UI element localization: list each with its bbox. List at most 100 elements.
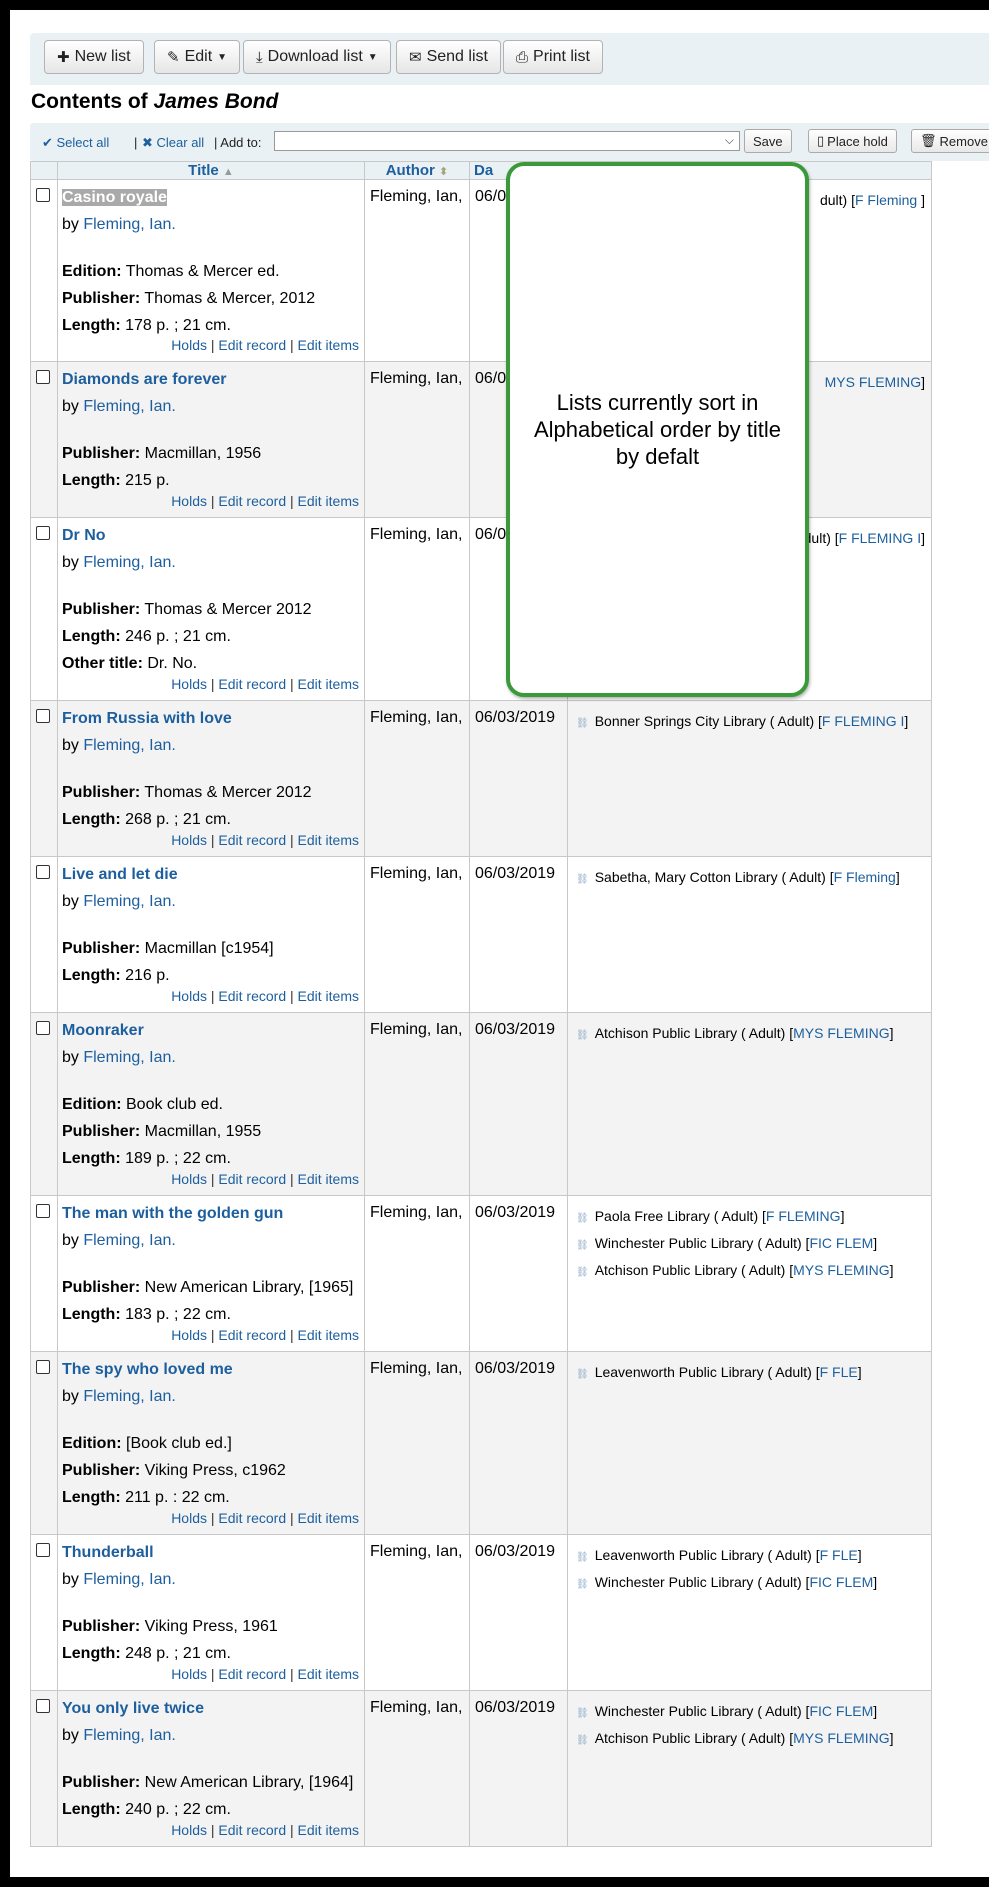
edit-items-link[interactable]: Edit items xyxy=(298,1327,359,1343)
edit-items-link[interactable]: Edit items xyxy=(298,676,359,692)
record-title-link[interactable]: You only live twice xyxy=(62,1700,204,1717)
record-title-link[interactable]: The man with the golden gun xyxy=(62,1205,283,1222)
annotation-callout: Lists currently sort in Alphabetical ord… xyxy=(506,162,809,697)
holds-link[interactable]: Holds xyxy=(171,1822,207,1838)
clear-all-link[interactable]: ✖ Clear all xyxy=(142,135,204,151)
edit-record-link[interactable]: Edit record xyxy=(218,1822,286,1838)
author-link[interactable]: Fleming, Ian. xyxy=(83,1571,175,1588)
row-checkbox[interactable] xyxy=(36,188,50,202)
field-label: Publisher: xyxy=(62,784,141,801)
call-number-link[interactable]: F FLE xyxy=(820,1547,858,1563)
row-checkbox[interactable] xyxy=(36,370,50,384)
field-value: 215 p. xyxy=(120,472,170,489)
select-all-link[interactable]: ✔ Select all xyxy=(42,135,109,151)
edit-record-link[interactable]: Edit record xyxy=(218,493,286,509)
edit-items-link[interactable]: Edit items xyxy=(298,1822,359,1838)
add-to-select[interactable]: ⌵ xyxy=(274,131,740,151)
field-label: Length: xyxy=(62,472,121,489)
send-list-button[interactable]: ✉ Send list xyxy=(396,40,501,74)
new-list-button[interactable]: ✚ New list xyxy=(44,40,144,74)
holds-link[interactable]: Holds xyxy=(171,1666,207,1682)
call-number-link[interactable]: F FLEMING I xyxy=(822,713,904,729)
call-number-link[interactable]: FIC FLEM xyxy=(809,1703,873,1719)
call-number-link[interactable]: F Fleming xyxy=(855,192,921,208)
place-hold-label: Place hold xyxy=(827,133,888,149)
action-separator: | xyxy=(210,337,215,353)
row-checkbox[interactable] xyxy=(36,709,50,723)
holds-link[interactable]: Holds xyxy=(171,1510,207,1526)
holds-link[interactable]: Holds xyxy=(171,493,207,509)
record-title-link[interactable]: The spy who loved me xyxy=(62,1361,233,1378)
call-number-link[interactable]: F FLEMING xyxy=(766,1208,841,1224)
edit-items-link[interactable]: Edit items xyxy=(298,1666,359,1682)
author-link[interactable]: Fleming, Ian. xyxy=(83,1388,175,1405)
author-link[interactable]: Fleming, Ian. xyxy=(83,216,175,233)
edit-record-link[interactable]: Edit record xyxy=(218,1510,286,1526)
holds-link[interactable]: Holds xyxy=(171,337,207,353)
edit-items-link[interactable]: Edit items xyxy=(298,1171,359,1187)
row-checkbox[interactable] xyxy=(36,1204,50,1218)
author-value: Fleming, Ian, xyxy=(370,370,463,387)
author-link[interactable]: Fleming, Ian. xyxy=(83,554,175,571)
holds-link[interactable]: Holds xyxy=(171,1171,207,1187)
place-hold-button[interactable]: ▯ Place hold xyxy=(808,129,897,153)
author-link[interactable]: Fleming, Ian. xyxy=(83,1727,175,1744)
record-title-link[interactable]: Thunderball xyxy=(62,1544,154,1561)
call-number-link[interactable]: FIC FLEM xyxy=(809,1235,873,1251)
holds-link[interactable]: Holds xyxy=(171,1327,207,1343)
edit-button[interactable]: ✎ Edit ▼ xyxy=(154,40,241,74)
call-number-link[interactable]: F FLEMING I xyxy=(839,530,921,546)
edit-record-link[interactable]: Edit record xyxy=(218,1666,286,1682)
field-label: Publisher: xyxy=(62,601,141,618)
author-column-header[interactable]: Author ⬍ xyxy=(364,161,470,180)
author-link[interactable]: Fleming, Ian. xyxy=(83,1049,175,1066)
edit-items-link[interactable]: Edit items xyxy=(298,1510,359,1526)
date-added-value: 06/03/2019 xyxy=(475,1543,556,1560)
edit-items-link[interactable]: Edit items xyxy=(298,337,359,353)
record-title-link[interactable]: From Russia with love xyxy=(62,710,232,727)
edit-items-link[interactable]: Edit items xyxy=(298,493,359,509)
call-number-link[interactable]: MYS FLEMING xyxy=(825,374,921,390)
row-checkbox[interactable] xyxy=(36,1699,50,1713)
call-number-link[interactable]: FIC FLEM xyxy=(809,1574,873,1590)
record-title-link[interactable]: Casino royale xyxy=(62,189,167,206)
edit-items-link[interactable]: Edit items xyxy=(298,988,359,1004)
holds-link[interactable]: Holds xyxy=(171,676,207,692)
holds-link[interactable]: Holds xyxy=(171,988,207,1004)
row-checkbox[interactable] xyxy=(36,1360,50,1374)
record-title-link[interactable]: Moonraker xyxy=(62,1022,144,1039)
author-link[interactable]: Fleming, Ian. xyxy=(83,737,175,754)
call-number-link[interactable]: MYS FLEMING xyxy=(793,1730,889,1746)
holding-bracket: ] xyxy=(904,713,909,729)
edit-record-link[interactable]: Edit record xyxy=(218,676,286,692)
save-button[interactable]: Save xyxy=(744,129,792,153)
record-title-link[interactable]: Diamonds are forever xyxy=(62,371,227,388)
author-link[interactable]: Fleming, Ian. xyxy=(83,398,175,415)
row-checkbox[interactable] xyxy=(36,1543,50,1557)
edit-record-link[interactable]: Edit record xyxy=(218,337,286,353)
select-cell xyxy=(30,1534,58,1691)
edit-record-link[interactable]: Edit record xyxy=(218,1171,286,1187)
call-number-link[interactable]: F FLE xyxy=(820,1364,858,1380)
holds-link[interactable]: Holds xyxy=(171,832,207,848)
edit-record-link[interactable]: Edit record xyxy=(218,988,286,1004)
edit-items-link[interactable]: Edit items xyxy=(298,832,359,848)
edit-record-link[interactable]: Edit record xyxy=(218,1327,286,1343)
record-title-link[interactable]: Live and let die xyxy=(62,866,178,883)
record-title-link[interactable]: Dr No xyxy=(62,527,106,544)
row-checkbox[interactable] xyxy=(36,865,50,879)
call-number-link[interactable]: MYS FLEMING xyxy=(793,1025,889,1041)
download-list-button[interactable]: ⤓ Download list ▼ xyxy=(243,40,391,74)
call-number-link[interactable]: MYS FLEMING xyxy=(793,1262,889,1278)
call-number-link[interactable]: F Fleming xyxy=(834,869,896,885)
remove-selected-button[interactable]: 🗑 Remove sel xyxy=(911,129,989,153)
row-checkbox[interactable] xyxy=(36,1021,50,1035)
author-link[interactable]: Fleming, Ian. xyxy=(83,1232,175,1249)
title-column-header[interactable]: Title ▲ xyxy=(57,161,365,180)
edit-record-link[interactable]: Edit record xyxy=(218,832,286,848)
print-list-button[interactable]: ⎙ Print list xyxy=(503,40,603,74)
byline-prefix: by xyxy=(62,398,84,415)
row-checkbox[interactable] xyxy=(36,526,50,540)
author-link[interactable]: Fleming, Ian. xyxy=(83,893,175,910)
